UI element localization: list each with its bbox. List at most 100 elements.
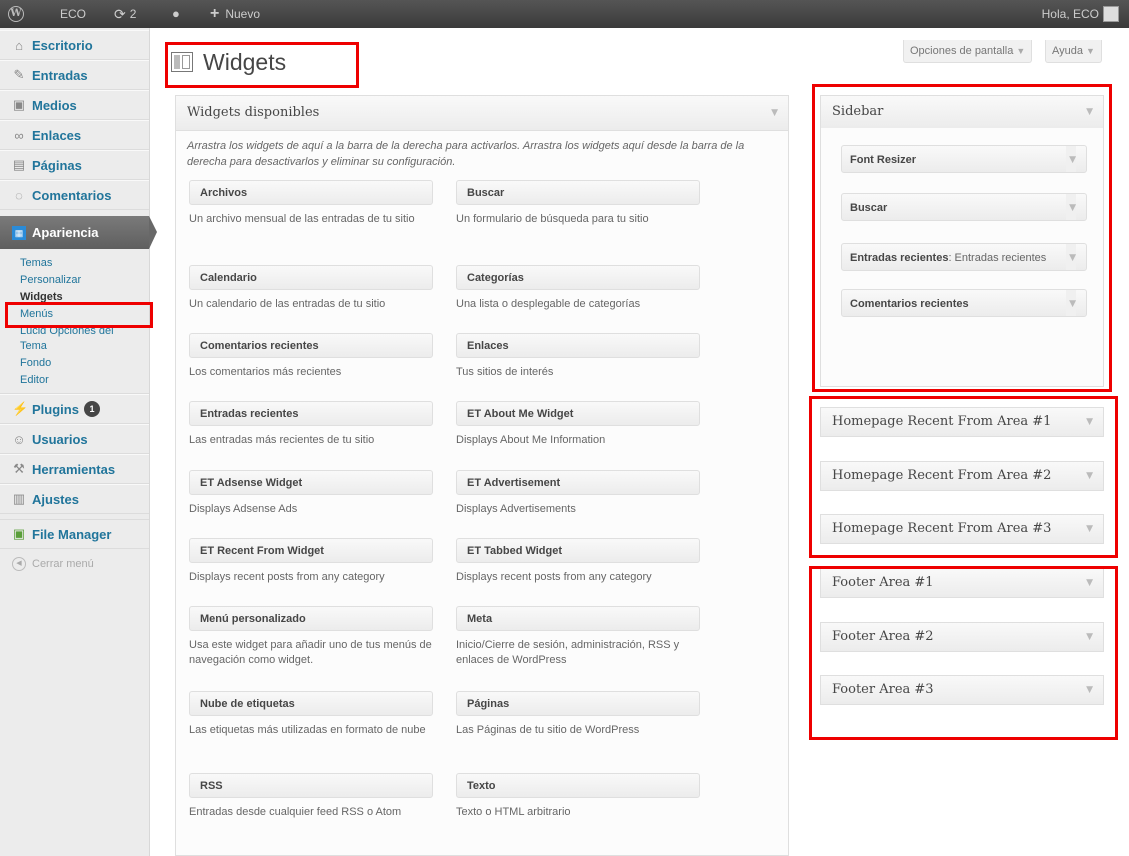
submenu-item-personalizar[interactable]: Personalizar <box>20 272 140 289</box>
new-label: Nuevo <box>225 7 261 21</box>
available-widget[interactable]: ET Advertisement Displays Advertisements <box>456 470 700 517</box>
area-header: Homepage Recent From Area #1 ▼ <box>821 408 1103 436</box>
widget-description: Displays Advertisements <box>456 503 576 515</box>
screen-options-button[interactable]: Opciones de pantalla ▼ <box>903 40 1033 63</box>
wordpress-logo-icon: W <box>8 6 24 22</box>
media-icon: ▣ <box>12 97 26 112</box>
widget-title[interactable]: ET Recent From Widget <box>189 538 433 563</box>
menu-item-escritorio[interactable]: ⌂ Escritorio <box>0 30 149 60</box>
sidebar-widget-buscar[interactable]: Buscar ▼ <box>841 193 1087 221</box>
widget-title[interactable]: RSS <box>189 773 433 798</box>
menu-label: File Manager <box>32 526 112 542</box>
menu-item-file-manager[interactable]: ▣ File Manager <box>0 519 149 549</box>
menu-item-comentarios[interactable]: ◌ Comentarios <box>0 180 149 210</box>
widget-title[interactable]: Categorías <box>456 265 700 290</box>
available-widget[interactable]: Buscar Un formulario de búsqueda para tu … <box>456 180 700 227</box>
sidebar-header[interactable]: Sidebar ▼ <box>821 96 1103 128</box>
submenu-item-editor[interactable]: Editor <box>20 372 140 389</box>
menu-label: Medios <box>32 97 77 113</box>
widget-title[interactable]: ET About Me Widget <box>456 401 700 426</box>
area-title: Footer Area #1 <box>832 575 934 590</box>
widget-description: Tus sitios de interés <box>456 366 554 378</box>
available-widget[interactable]: RSS Entradas desde cualquier feed RSS o A… <box>189 773 433 820</box>
widget-title[interactable]: Entradas recientes <box>189 401 433 426</box>
widget-title[interactable]: Archivos <box>189 180 433 205</box>
homepage-area-3[interactable]: Homepage Recent From Area #3 ▼ <box>820 514 1104 544</box>
menu-label: Herramientas <box>32 461 116 477</box>
footer-area-2[interactable]: Footer Area #2 ▼ <box>820 622 1104 652</box>
submenu-item-lucid-options[interactable]: Lucid Opciones del Tema <box>20 323 140 355</box>
available-widget[interactable]: ET Adsense Widget Displays Adsense Ads <box>189 470 433 517</box>
widget-title[interactable]: Nube de etiquetas <box>189 691 433 716</box>
available-widget[interactable]: ET About Me Widget Displays About Me Info… <box>456 401 700 448</box>
plus-icon: + <box>210 5 220 22</box>
new-content-button[interactable]: + Nuevo <box>210 0 260 28</box>
available-widget[interactable]: Entradas recientes Las entradas más recie… <box>189 401 433 448</box>
menu-item-paginas[interactable]: ▤ Páginas <box>0 150 149 180</box>
available-widget[interactable]: Archivos Un archivo mensual de las entrad… <box>189 180 433 227</box>
avatar <box>1103 6 1119 22</box>
updates-button[interactable]: ⟳ 2 <box>114 0 136 28</box>
refresh-icon: ⟳ <box>114 6 126 22</box>
available-widget[interactable]: Enlaces Tus sitios de interés <box>456 333 700 380</box>
widget-title[interactable]: Comentarios recientes <box>189 333 433 358</box>
widget-description: Las etiquetas más utilizadas en formato … <box>189 724 426 736</box>
wordpress-logo-button[interactable]: W <box>8 0 24 28</box>
menu-item-entradas[interactable]: ✎ Entradas <box>0 60 149 90</box>
help-button[interactable]: Ayuda ▼ <box>1045 40 1102 63</box>
widget-title[interactable]: ET Adsense Widget <box>189 470 433 495</box>
available-widget[interactable]: Páginas Las Páginas de tu sitio de WordPr… <box>456 691 700 738</box>
widget-title: Font Resizer <box>850 154 917 166</box>
menu-item-herramientas[interactable]: ⚒ Herramientas <box>0 454 149 484</box>
homepage-area-1[interactable]: Homepage Recent From Area #1 ▼ <box>820 407 1104 437</box>
area-header: Footer Area #3 ▼ <box>821 676 1103 704</box>
available-widget[interactable]: Comentarios recientes Los comentarios más… <box>189 333 433 380</box>
submenu-item-menus[interactable]: Menús <box>20 306 140 323</box>
site-name-link[interactable]: ECO <box>60 0 86 28</box>
widget-title[interactable]: ET Advertisement <box>456 470 700 495</box>
available-widget[interactable]: Meta Inicio/Cierre de sesión, administrac… <box>456 606 700 668</box>
available-widget[interactable]: ET Tabbed Widget Displays recent posts fr… <box>456 538 700 585</box>
area-title: Homepage Recent From Area #2 <box>832 468 1052 483</box>
menu-item-plugins[interactable]: ⚡ Plugins 1 <box>0 394 149 424</box>
widget-title[interactable]: Buscar <box>456 180 700 205</box>
homepage-area-2[interactable]: Homepage Recent From Area #2 ▼ <box>820 461 1104 491</box>
submenu-item-fondo[interactable]: Fondo <box>20 355 140 372</box>
collapse-menu-button[interactable]: ◀ Cerrar menú <box>0 549 149 579</box>
widget-title[interactable]: Meta <box>456 606 700 631</box>
submenu-item-widgets[interactable]: Widgets <box>20 289 140 306</box>
menu-item-ajustes[interactable]: ▥ Ajustes <box>0 484 149 514</box>
available-widget[interactable]: Categorías Una lista o desplegable de cat… <box>456 265 700 312</box>
available-widgets-header[interactable]: Widgets disponibles ▼ <box>176 96 788 131</box>
submenu-item-temas[interactable]: Temas <box>20 255 140 272</box>
sidebar-widget-comentarios-recientes[interactable]: Comentarios recientes ▼ <box>841 289 1087 317</box>
menu-item-medios[interactable]: ▣ Medios <box>0 90 149 120</box>
available-widget[interactable]: Calendario Un calendario de las entradas … <box>189 265 433 312</box>
chevron-down-icon: ▼ <box>1086 685 1093 695</box>
comments-button[interactable]: ● <box>172 0 180 28</box>
widget-title[interactable]: Menú personalizado <box>189 606 433 631</box>
widget-title[interactable]: Texto <box>456 773 700 798</box>
chevron-down-icon: ▼ <box>1066 290 1076 316</box>
account-menu[interactable]: Hola, ECO <box>1042 0 1119 28</box>
menu-label: Plugins <box>32 401 79 417</box>
page-heading: Widgets <box>203 48 287 75</box>
widget-description: Inicio/Cierre de sesión, administración,… <box>456 639 680 666</box>
sidebar-widget-font-resizer[interactable]: Font Resizer ▼ <box>841 145 1087 173</box>
menu-item-apariencia[interactable]: ▦ Apariencia <box>0 216 157 249</box>
menu-item-usuarios[interactable]: ☺ Usuarios <box>0 424 149 454</box>
footer-area-1[interactable]: Footer Area #1 ▼ <box>820 568 1104 598</box>
available-widget[interactable]: ET Recent From Widget Displays recent pos… <box>189 538 433 585</box>
menu-item-enlaces[interactable]: ∞ Enlaces <box>0 120 149 150</box>
sidebar-widget-entradas-recientes[interactable]: Entradas recientes: Entradas recientes ▼ <box>841 243 1087 271</box>
footer-area-3[interactable]: Footer Area #3 ▼ <box>820 675 1104 705</box>
widget-title[interactable]: ET Tabbed Widget <box>456 538 700 563</box>
available-widget[interactable]: Texto Texto o HTML arbitrario <box>456 773 700 820</box>
widget-title[interactable]: Enlaces <box>456 333 700 358</box>
widget-description: Entradas desde cualquier feed RSS o Atom <box>189 806 402 818</box>
available-widget[interactable]: Menú personalizado Usa este widget para a… <box>189 606 433 668</box>
widget-title[interactable]: Calendario <box>189 265 433 290</box>
home-icon: ⌂ <box>15 37 23 53</box>
available-widget[interactable]: Nube de etiquetas Las etiquetas más utili… <box>189 691 433 738</box>
widget-title[interactable]: Páginas <box>456 691 700 716</box>
